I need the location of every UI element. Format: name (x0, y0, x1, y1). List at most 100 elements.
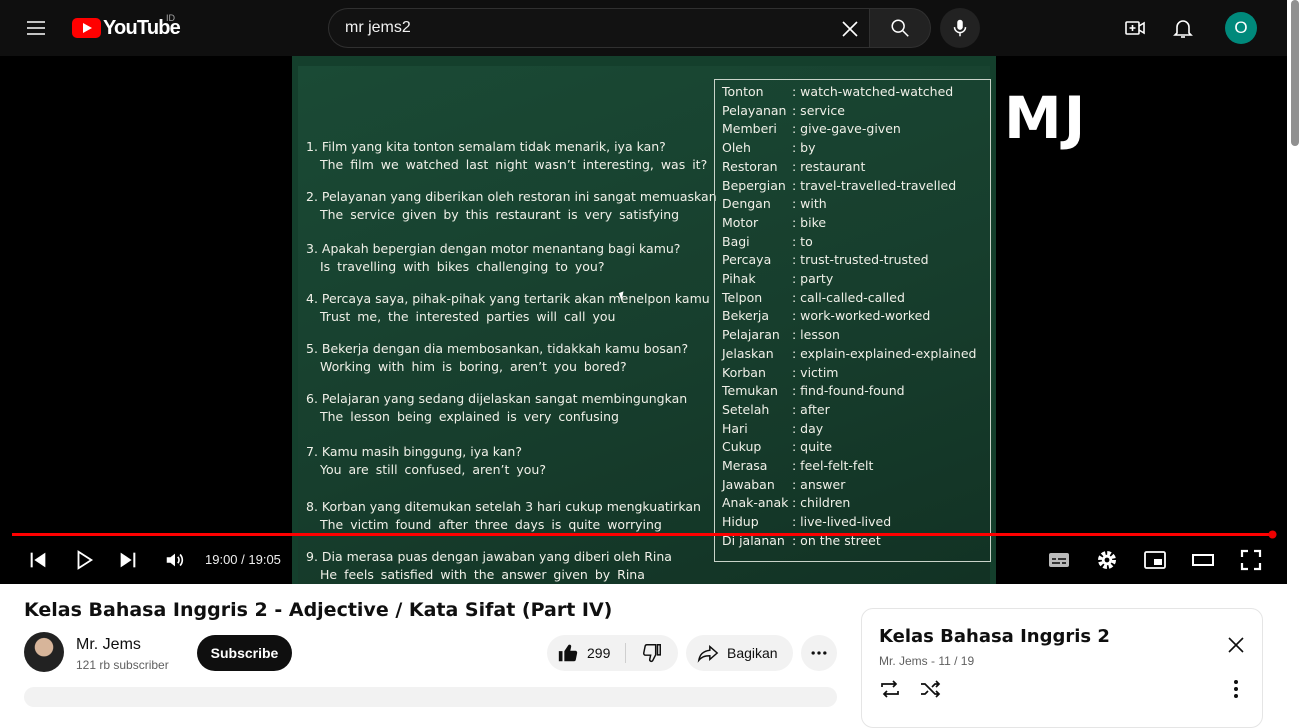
vocab-row: Tonton: watch-watched-watched (722, 84, 953, 99)
next-button[interactable] (116, 548, 140, 572)
miniplayer-button[interactable] (1143, 548, 1167, 572)
vocab-row: Bagi: to (722, 234, 813, 249)
share-label: Bagikan (727, 645, 778, 661)
sentence-indonesian: 8. Korban yang ditemukan setelah 3 hari … (306, 499, 701, 514)
vocab-row: Memberi: give-gave-given (722, 121, 901, 136)
sentence-english: The lesson being explained is very confu… (320, 409, 619, 424)
account-avatar[interactable]: O (1225, 12, 1257, 44)
search-input[interactable]: mr jems2 (328, 8, 869, 48)
vocab-word: Korban (722, 364, 766, 380)
share-icon (697, 644, 719, 663)
subtitles-icon (1049, 553, 1069, 567)
vocab-word: Pihak (722, 271, 756, 286)
shuffle-icon[interactable] (918, 677, 942, 701)
like-dislike-group: 299 (547, 635, 678, 671)
vocab-row: Bekerja: work-worked-worked (722, 308, 930, 323)
sentence-indonesian: 5. Bekerja dengan dia membosankan, tidak… (306, 341, 689, 356)
player-controls: 19:00 / 19:05 (0, 536, 1287, 584)
vocab-row: Temukan: find-found-found (722, 383, 905, 398)
create-icon (1125, 21, 1145, 35)
vocab-word: Setelah (722, 401, 770, 417)
lesson-sentence: 8. Korban yang ditemukan setelah 3 hari … (306, 498, 701, 534)
clear-icon[interactable] (838, 17, 862, 41)
vocab-word: Cukup (722, 439, 762, 455)
search-button[interactable] (869, 8, 931, 48)
vocab-word: Merasa (722, 458, 768, 473)
volume-button[interactable] (163, 548, 187, 572)
search-query[interactable]: mr jems2 (345, 19, 411, 37)
vocab-word: Telpon (722, 289, 763, 305)
vocab-row: Jawaban: answer (722, 477, 845, 492)
video-title: Kelas Bahasa Inggris 2 - Adjective / Kat… (24, 599, 613, 621)
vocab-definition: : trust-trusted-trusted (792, 252, 929, 268)
lesson-sentence: 1. Film yang kita tonton semalam tidak m… (306, 138, 707, 174)
vocab-row: Hidup : live-lived-lived (722, 514, 891, 529)
vocab-definition: : by (792, 140, 816, 156)
lesson-sentence: 7. Kamu masih binggung, iya kan? You are … (306, 443, 546, 479)
sentence-english: Working with him is boring, aren’t you b… (320, 359, 627, 374)
vocab-word: Oleh (722, 140, 751, 156)
vocab-definition: : bike (792, 214, 827, 230)
vocab-row: Hari: day (722, 421, 823, 436)
description-box[interactable] (24, 687, 837, 707)
vocab-row: Korban: victim (722, 365, 838, 380)
notifications-button[interactable] (1163, 8, 1203, 48)
share-button[interactable]: Bagikan (686, 635, 793, 671)
thumbs-down-icon (643, 644, 661, 663)
fullscreen-button[interactable] (1239, 548, 1263, 572)
like-button[interactable]: 299 (547, 635, 624, 671)
vocab-definition: : party (792, 271, 834, 286)
vocab-word: Restoran (722, 158, 778, 174)
channel-watermark: MJ (1004, 84, 1088, 152)
volume-icon (166, 553, 184, 567)
dislike-button[interactable] (626, 635, 678, 671)
previous-button[interactable] (26, 548, 50, 572)
miniplayer-icon (1144, 551, 1166, 569)
subscribe-button[interactable]: Subscribe (197, 635, 292, 671)
mic-icon (953, 19, 967, 37)
theater-mode-button[interactable] (1191, 548, 1215, 572)
vocab-word: Motor (722, 214, 759, 230)
vocab-definition: : service (792, 102, 845, 118)
vocab-definition: : lesson (792, 327, 840, 343)
playlist-more-icon[interactable] (1226, 677, 1246, 701)
vocab-definition: : children (792, 495, 851, 511)
vocab-row: Motor : bike (722, 215, 826, 230)
settings-button[interactable] (1095, 548, 1119, 572)
sentence-indonesian: 1. Film yang kita tonton semalam tidak m… (306, 139, 666, 154)
loop-icon[interactable] (878, 677, 902, 701)
menu-button[interactable] (16, 8, 56, 48)
like-count: 299 (587, 645, 611, 661)
vocab-word: Hidup (722, 514, 759, 530)
channel-avatar[interactable] (24, 632, 64, 672)
vocab-word: Temukan (722, 383, 778, 399)
vocab-definition: : day (792, 420, 824, 436)
vocab-definition: : live-lived-lived (792, 514, 892, 530)
playlist-meta: Mr. Jems - 11 / 19 (879, 654, 975, 668)
vocab-definition: : with (792, 196, 827, 212)
channel-name[interactable]: Mr. Jems (76, 636, 141, 654)
vocab-row: Oleh : by (722, 140, 816, 155)
more-actions-button[interactable] (801, 635, 837, 671)
video-player[interactable]: 1. Film yang kita tonton semalam tidak m… (0, 56, 1287, 584)
sentence-indonesian: 3. Apakah bepergian dengan motor menanta… (306, 241, 681, 256)
play-button[interactable] (72, 548, 96, 572)
vocab-row: Dengan: with (722, 196, 827, 211)
create-button[interactable] (1115, 8, 1155, 48)
vocab-word: Pelayanan (722, 102, 787, 118)
youtube-logo[interactable]: YouTube (72, 16, 181, 40)
playlist-title[interactable]: Kelas Bahasa Inggris 2 (879, 626, 1110, 647)
scrollbar-thumb[interactable] (1291, 0, 1299, 146)
playlist-panel: Kelas Bahasa Inggris 2 Mr. Jems - 11 / 1… (861, 608, 1263, 728)
vocab-row: Restoran: restaurant (722, 159, 865, 174)
close-icon[interactable] (1224, 633, 1248, 657)
vocab-definition: : after (792, 401, 830, 417)
subtitles-button[interactable] (1047, 548, 1071, 572)
sentence-indonesian: 6. Pelajaran yang sedang dijelaskan sang… (306, 391, 688, 406)
search-icon (891, 19, 909, 37)
voice-search-button[interactable] (940, 8, 980, 48)
lesson-sentence: 6. Pelajaran yang sedang dijelaskan sang… (306, 390, 687, 426)
lesson-sentence: 5. Bekerja dengan dia membosankan, tidak… (306, 340, 688, 376)
time-display: 19:00 / 19:05 (205, 552, 281, 567)
vocab-word: Pelajaran (722, 327, 780, 343)
